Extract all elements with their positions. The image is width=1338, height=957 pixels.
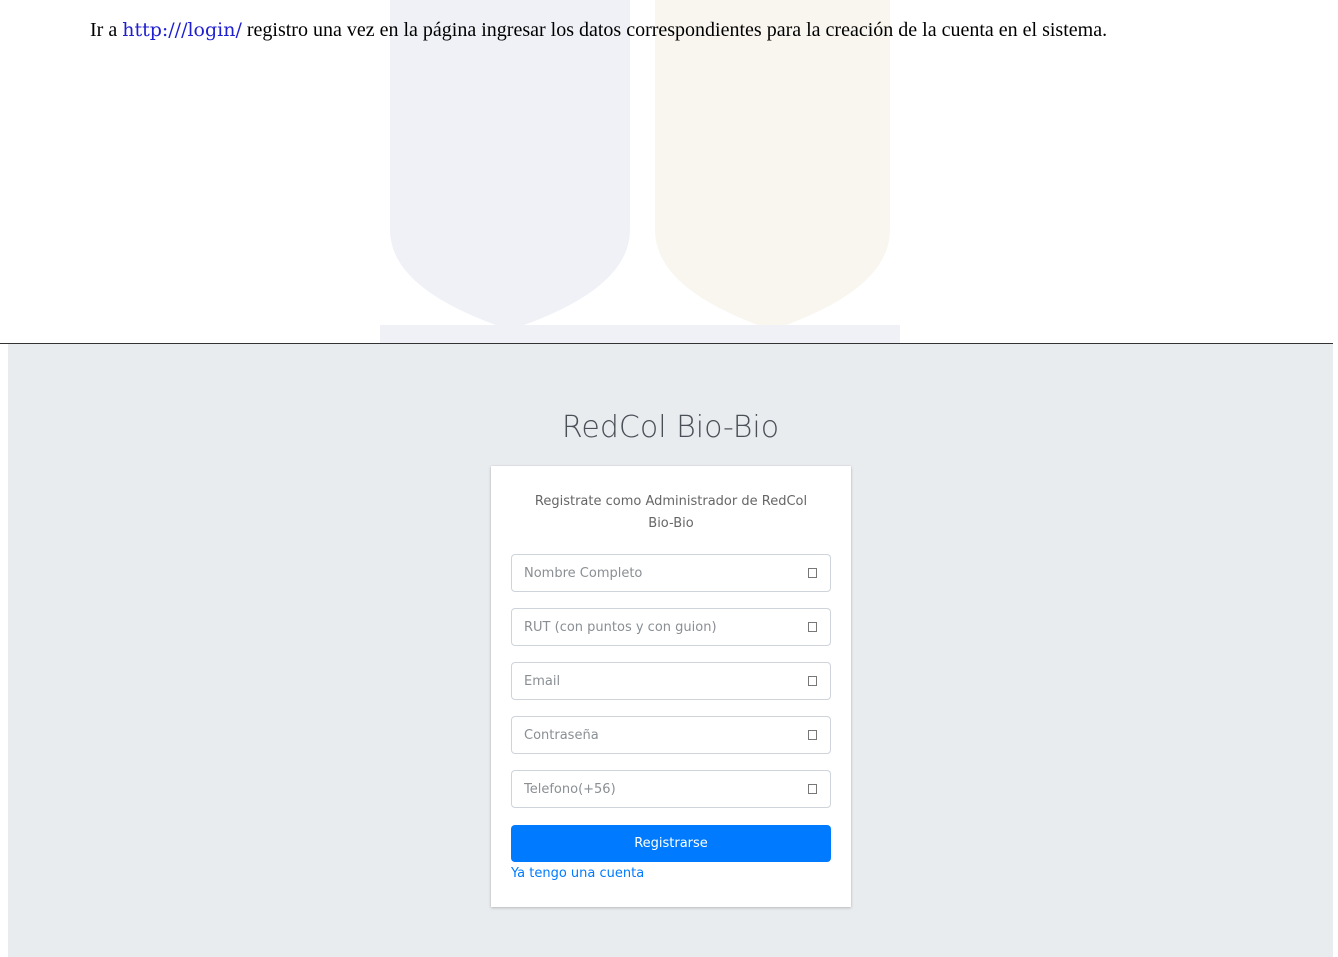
already-have-account-link[interactable]: Ya tengo una cuenta xyxy=(511,866,644,881)
instruction-text-end: registro una vez en la página ingresar l… xyxy=(241,19,1108,41)
instruction-paragraph: Ir a http:///login/ registro una vez en … xyxy=(8,13,1298,47)
full-name-field[interactable] xyxy=(511,554,831,592)
register-button[interactable]: Registrarse xyxy=(511,825,831,862)
lock-icon xyxy=(808,730,817,740)
phone-field[interactable] xyxy=(511,770,831,808)
email-field[interactable] xyxy=(511,662,831,700)
login-url-link[interactable]: http:///login/ xyxy=(122,19,242,41)
phone-icon xyxy=(808,784,817,794)
rut-field[interactable] xyxy=(511,608,831,646)
register-box-message: Registrate como Administrador de RedCol … xyxy=(534,494,808,531)
password-input[interactable] xyxy=(512,717,792,753)
instruction-text-start: Ir a xyxy=(90,19,123,41)
watermark-crest xyxy=(380,0,900,345)
register-card: Registrate como Administrador de RedCol … xyxy=(491,466,851,907)
rut-input[interactable] xyxy=(512,609,792,645)
full-name-input[interactable] xyxy=(512,555,792,591)
envelope-icon xyxy=(808,676,817,686)
app-brand-title: RedCol Bio-Bio xyxy=(561,410,780,445)
registration-screenshot: RedCol Bio-Bio Registrate como Administr… xyxy=(8,344,1333,957)
phone-input[interactable] xyxy=(512,771,792,807)
email-input[interactable] xyxy=(512,663,792,699)
password-field[interactable] xyxy=(511,716,831,754)
id-card-icon xyxy=(808,622,817,632)
user-icon xyxy=(808,568,817,578)
